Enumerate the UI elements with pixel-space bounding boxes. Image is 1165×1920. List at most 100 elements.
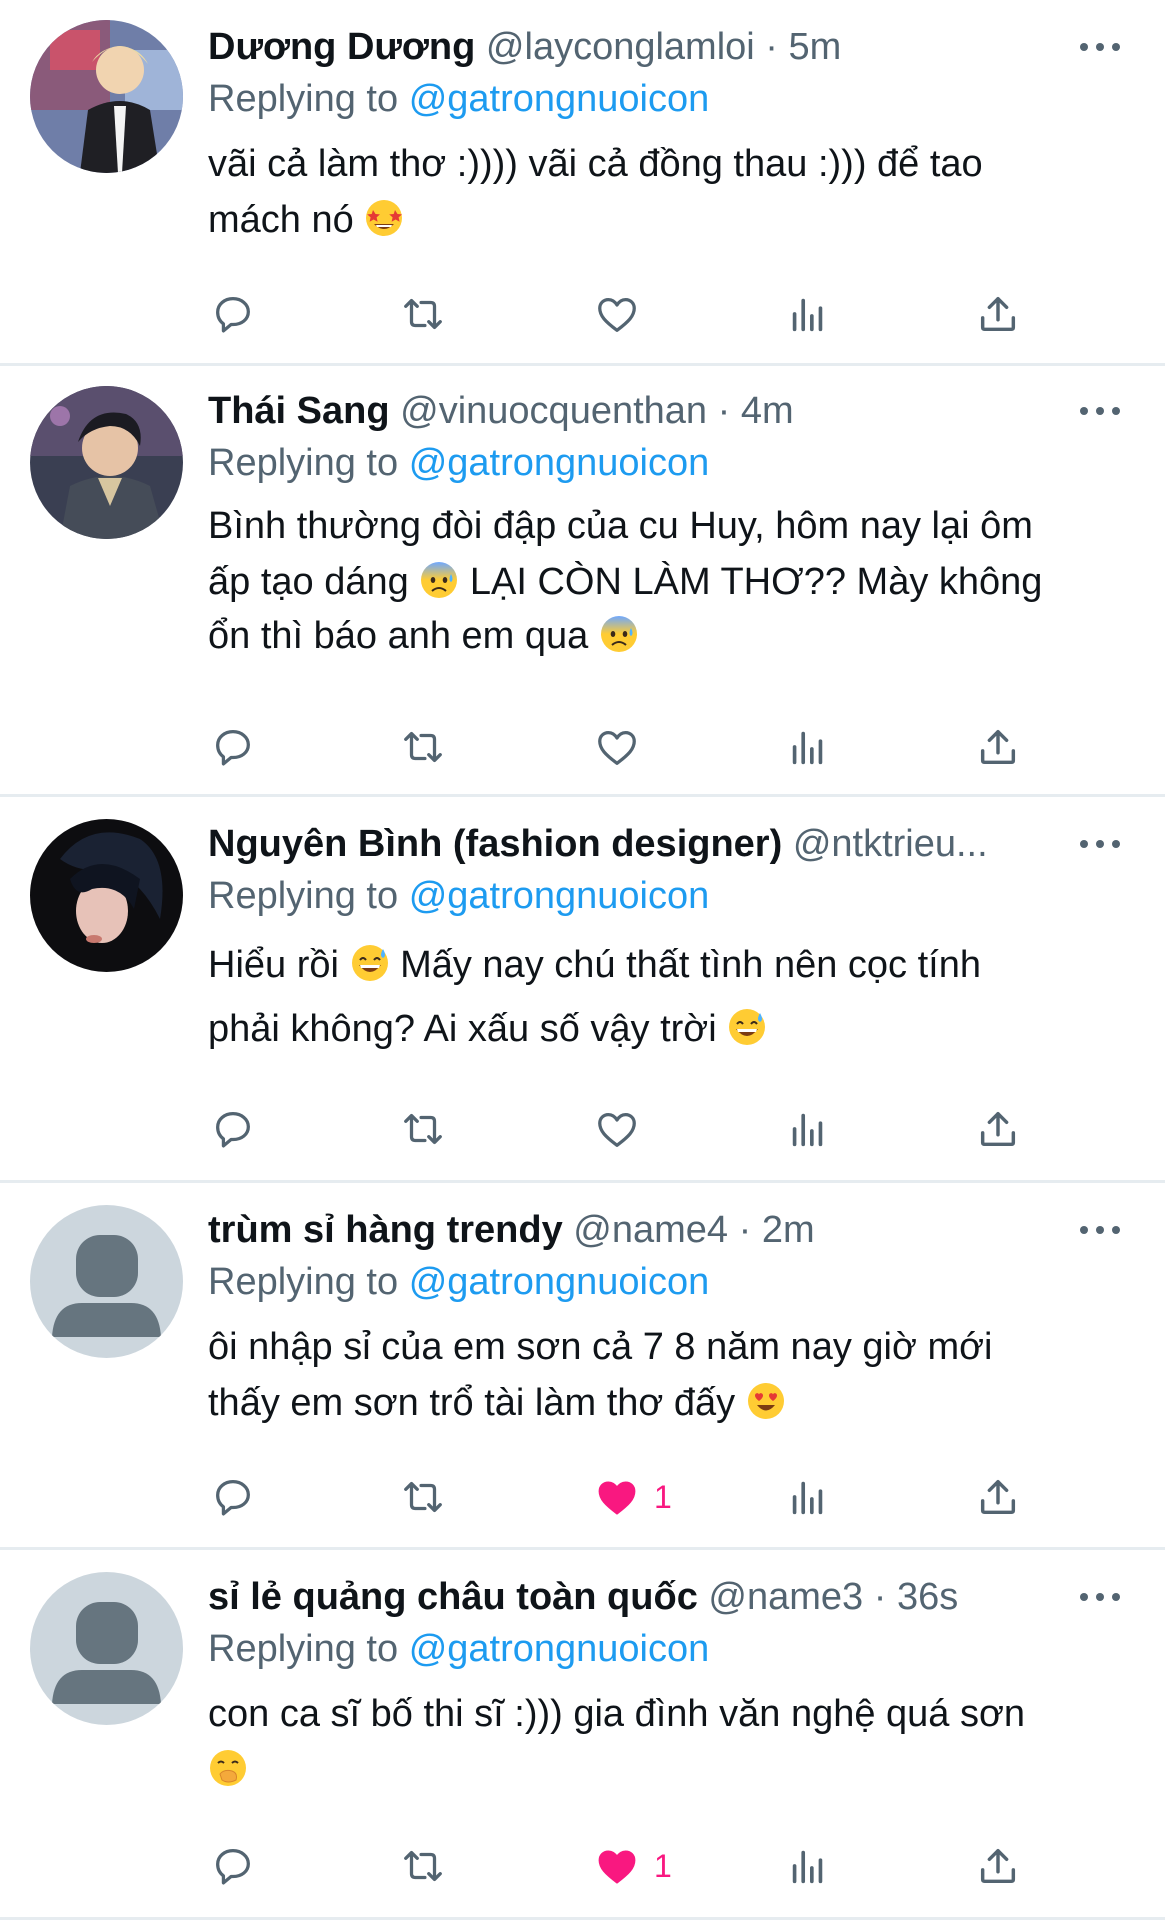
display-name[interactable]: sỉ lẻ quảng châu toàn quốc (208, 1576, 698, 1618)
reply-tweet[interactable]: trùm sỉ hàng trendy @name4 · 2m Replying… (0, 1183, 1165, 1550)
user-handle[interactable]: @vinuocquenthan (400, 390, 707, 432)
share-button[interactable] (975, 288, 1021, 340)
tweet-header: sỉ lẻ quảng châu toàn quốc @name3 · 36s (208, 1574, 1055, 1620)
replying-to-label: Replying to (208, 875, 399, 917)
share-button[interactable] (975, 1471, 1021, 1523)
reply-button[interactable] (210, 1840, 256, 1892)
reply-icon (216, 1480, 250, 1516)
like-icon-filled (598, 1481, 636, 1515)
anxious-face-emoji (599, 614, 639, 654)
replying-to-label: Replying to (208, 442, 399, 484)
reply-icon (216, 730, 250, 766)
more-icon[interactable] (1080, 1223, 1120, 1237)
timestamp[interactable]: 5m (789, 26, 842, 68)
grinning-sweat-emoji (350, 943, 390, 983)
anxious-face-emoji (419, 560, 459, 600)
retweet-icon (404, 1850, 442, 1882)
more-icon[interactable] (1080, 1590, 1120, 1604)
share-button[interactable] (975, 1103, 1021, 1155)
avatar[interactable] (30, 386, 183, 539)
tweet-actions: 1 (0, 1840, 1165, 1892)
more-icon[interactable] (1080, 837, 1120, 851)
share-icon (980, 729, 1016, 765)
reply-button[interactable] (210, 288, 256, 340)
tweet-header: Thái Sang @vinuocquenthan · 4m (208, 388, 1055, 434)
replying-to-label: Replying to (208, 1261, 399, 1303)
retweet-icon (404, 1481, 442, 1513)
tweet-line: ổn thì báo anh em qua (208, 615, 589, 657)
timestamp[interactable]: 36s (897, 1576, 958, 1618)
display-name[interactable]: trùm sỉ hàng trendy (208, 1209, 563, 1251)
replying-to-handle[interactable]: @gatrongnuoicon (409, 78, 710, 120)
analytics-button[interactable] (785, 1103, 831, 1155)
avatar[interactable] (30, 1572, 183, 1725)
reply-tweet[interactable]: Dương Dương @layconglamloi · 5m Replying… (0, 0, 1165, 366)
replying-to: Replying to @gatrongnuoicon (208, 76, 709, 122)
retweet-button[interactable] (400, 1103, 446, 1155)
tweet-line: ôi nhập sỉ của em sơn cả 7 8 năm nay giờ… (208, 1326, 993, 1368)
like-button[interactable]: 1 (594, 1840, 672, 1892)
like-icon (598, 730, 636, 765)
share-icon (980, 1848, 1016, 1884)
reply-icon (216, 1112, 250, 1148)
like-button[interactable] (594, 721, 654, 773)
tweet-text: con ca sĩ bố thi sĩ :))) gia đình văn ng… (208, 1686, 1105, 1798)
avatar[interactable] (30, 1205, 183, 1358)
user-handle[interactable]: @layconglamloi (486, 26, 755, 68)
more-icon[interactable] (1080, 404, 1120, 418)
tweet-line: LẠI CÒN LÀM THƠ?? Mày không (469, 561, 1043, 603)
replying-to: Replying to @gatrongnuoicon (208, 1259, 709, 1305)
analytics-button[interactable] (785, 1471, 831, 1523)
avatar[interactable] (30, 20, 183, 173)
reply-tweet[interactable]: sỉ lẻ quảng châu toàn quốc @name3 · 36s … (0, 1550, 1165, 1920)
share-button[interactable] (975, 1840, 1021, 1892)
analytics-icon (792, 1850, 823, 1884)
reply-tweet[interactable]: Thái Sang @vinuocquenthan · 4m Replying … (0, 366, 1165, 797)
display-name[interactable]: Dương Dương (208, 26, 475, 68)
user-handle[interactable]: @name3 (708, 1576, 863, 1618)
analytics-button[interactable] (785, 1840, 831, 1892)
like-icon (598, 297, 636, 332)
retweet-button[interactable] (400, 1471, 446, 1523)
like-button[interactable] (594, 1103, 654, 1155)
user-handle[interactable]: @ntktrieu... (793, 823, 988, 865)
retweet-button[interactable] (400, 1840, 446, 1892)
replying-to-handle[interactable]: @gatrongnuoicon (409, 1261, 710, 1303)
replying-to-label: Replying to (208, 78, 399, 120)
more-icon[interactable] (1080, 40, 1120, 54)
separator-dot: · (717, 390, 731, 432)
reply-icon (216, 1849, 250, 1885)
tweet-text: Bình thường đòi đập của cu Huy, hôm nay … (208, 498, 1105, 664)
retweet-button[interactable] (400, 721, 446, 773)
grinning-sweat-emoji (727, 1007, 767, 1047)
analytics-button[interactable] (785, 288, 831, 340)
hand-over-mouth-emoji (208, 1748, 248, 1788)
reply-button[interactable] (210, 1103, 256, 1155)
replying-to: Replying to @gatrongnuoicon (208, 1626, 709, 1672)
avatar[interactable] (30, 819, 183, 972)
display-name[interactable]: Nguyên Bình (fashion designer) (208, 823, 782, 865)
timestamp[interactable]: 2m (762, 1209, 815, 1251)
retweet-button[interactable] (400, 288, 446, 340)
user-handle[interactable]: @name4 (573, 1209, 728, 1251)
reply-button[interactable] (210, 721, 256, 773)
like-button[interactable] (594, 288, 654, 340)
star-struck-emoji (364, 198, 404, 238)
timestamp[interactable]: 4m (741, 390, 794, 432)
replying-to-label: Replying to (208, 1628, 399, 1670)
share-button[interactable] (975, 721, 1021, 773)
replies-feed: Dương Dương @layconglamloi · 5m Replying… (0, 0, 1165, 1920)
tweet-line: ấp tạo dáng (208, 561, 409, 603)
replying-to-handle[interactable]: @gatrongnuoicon (409, 442, 710, 484)
reply-tweet[interactable]: Nguyên Bình (fashion designer) @ntktrieu… (0, 797, 1165, 1183)
like-button[interactable]: 1 (594, 1471, 672, 1523)
replying-to-handle[interactable]: @gatrongnuoicon (409, 875, 710, 917)
retweet-icon (404, 731, 442, 763)
analytics-icon (792, 731, 823, 765)
heart-eyes-emoji (746, 1381, 786, 1421)
display-name[interactable]: Thái Sang (208, 390, 390, 432)
reply-button[interactable] (210, 1471, 256, 1523)
analytics-button[interactable] (785, 721, 831, 773)
replying-to-handle[interactable]: @gatrongnuoicon (409, 1628, 710, 1670)
separator-dot: · (873, 1576, 887, 1618)
